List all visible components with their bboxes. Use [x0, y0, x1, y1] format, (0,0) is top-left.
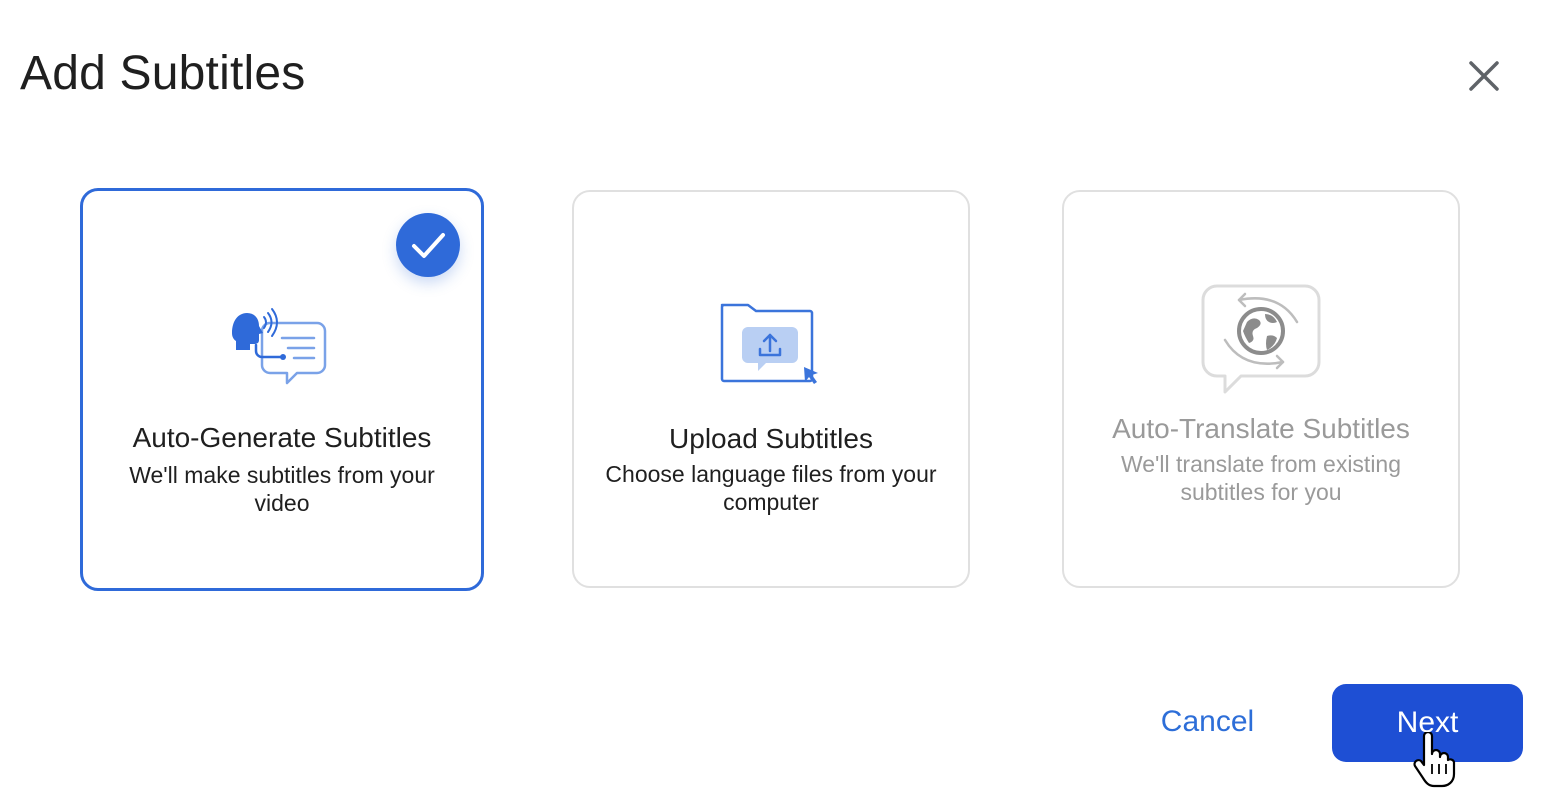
speech-to-text-icon: [232, 308, 327, 385]
option-auto-translate-card: Auto-Translate Subtitles We'll translate…: [1062, 190, 1460, 588]
close-button[interactable]: [1458, 50, 1510, 102]
checkmark-icon: [412, 233, 445, 258]
dialog-title: Add Subtitles: [20, 47, 306, 100]
folder-upload-icon: [720, 303, 818, 384]
cancel-button[interactable]: Cancel: [1140, 692, 1275, 752]
option-auto-generate-card[interactable]: Auto-Generate Subtitles We'll make subti…: [80, 188, 484, 591]
globe-translate-icon: [1201, 284, 1321, 394]
option-description: We'll make subtitles from your video: [129, 462, 435, 516]
option-title: Auto-Generate Subtitles: [132, 422, 432, 453]
option-description: Choose language files from your computer: [605, 461, 937, 515]
option-title: Auto-Translate Subtitles: [1112, 413, 1410, 444]
option-description: We'll translate from existing subtitles …: [1120, 451, 1402, 505]
close-icon: [1469, 61, 1499, 91]
option-title: Upload Subtitles: [669, 423, 873, 454]
add-subtitles-dialog: Add Subtitles Auto-Generate Subtitles We…: [0, 0, 1550, 802]
selected-check-badge: [396, 213, 460, 277]
option-upload-card[interactable]: Upload Subtitles Choose language files f…: [572, 190, 970, 588]
hand-pointer-icon: [1413, 732, 1456, 788]
